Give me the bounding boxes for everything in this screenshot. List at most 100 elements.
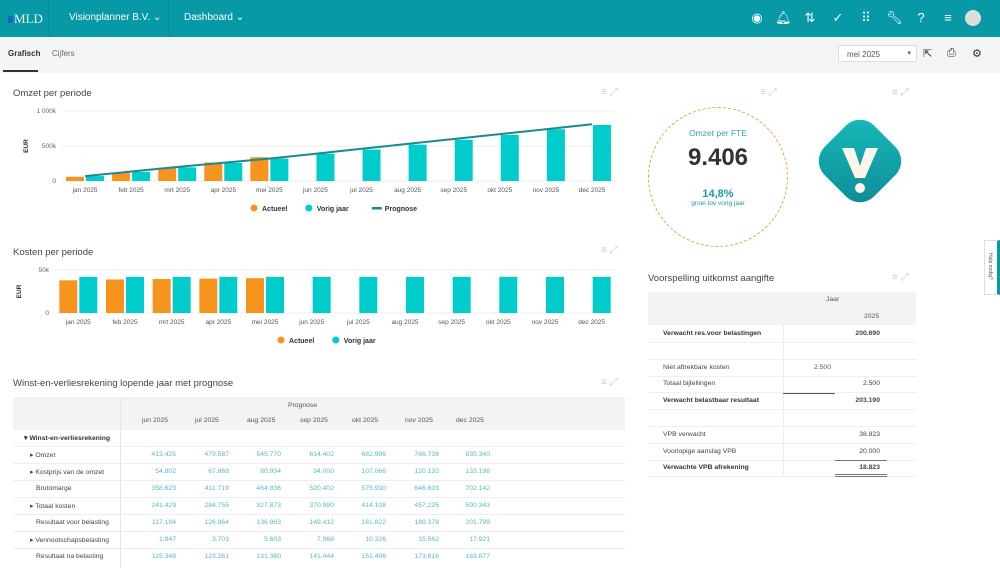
x-tick-label: apr 2025 xyxy=(210,187,236,194)
pl-row-label[interactable]: ▸ Omzet xyxy=(30,451,55,459)
pl-cell: 479.587 xyxy=(204,451,229,458)
company-dropdown[interactable]: Visionplanner B.V. ⌄ xyxy=(69,12,161,23)
panel-menu-icon[interactable]: ≡ ⤢ xyxy=(892,272,909,283)
vpb-row-label: Totaal bijtellingen xyxy=(663,380,716,388)
chevron-down-icon: ⌄ xyxy=(152,12,162,23)
panel-menu-icon[interactable]: ≡ ⤢ xyxy=(601,377,618,388)
tab-cijfers[interactable]: Cijfers xyxy=(52,49,75,58)
x-tick-label: sep 2025 xyxy=(440,187,467,194)
vpb-year-header: 2025 xyxy=(864,313,880,320)
pl-row-label: Brutomarge xyxy=(36,485,72,492)
row-divider xyxy=(648,442,916,444)
pl-cell: 120.132 xyxy=(414,468,439,475)
pl-cell: 67.868 xyxy=(208,468,229,475)
caret-down-icon: ▾ xyxy=(907,50,911,57)
x-tick-label: nov 2025 xyxy=(533,187,560,194)
menu-icon[interactable]: ≡ xyxy=(940,10,956,26)
page-name: Dashboard xyxy=(184,12,233,23)
pl-cell: 173.816 xyxy=(414,553,439,560)
row-divider xyxy=(13,480,625,481)
bar-vorig-jaar xyxy=(316,153,335,181)
page-dropdown[interactable]: Dashboard ⌄ xyxy=(184,12,244,23)
print-icon[interactable]: ⎙ xyxy=(947,47,956,60)
pl-row-text: Resultaat na belasting xyxy=(36,553,104,560)
pl-title: Winst-en-verliesrekening lopende jaar me… xyxy=(13,378,234,389)
export-icon[interactable]: ⇱ xyxy=(923,47,932,60)
pl-cell: 183.877 xyxy=(465,553,490,560)
pl-cell: 614.402 xyxy=(309,451,334,458)
avatar[interactable] xyxy=(965,10,981,26)
bar-actueel xyxy=(246,278,264,313)
wrench-icon[interactable]: 🔧︎ xyxy=(886,10,903,26)
bar-vorig-jaar xyxy=(79,276,98,313)
legend-label: Vorig jaar xyxy=(317,206,349,213)
bar-vorig-jaar xyxy=(500,134,519,181)
check-circle-icon[interactable]: ✓ xyxy=(830,10,846,26)
panel-menu-icon[interactable]: ≡ ⤢ xyxy=(601,87,618,98)
vpb-row-label: Verwacht res.voor belastingen xyxy=(663,330,762,337)
vpb-row-label: Niet aftrekbare kosten xyxy=(663,363,730,371)
bar-vorig-jaar xyxy=(546,129,565,181)
pl-column-header: jul 2025 xyxy=(195,417,219,424)
pl-row-label[interactable]: ▸ Kostprijs van de omzet xyxy=(30,468,104,476)
panel-menu-icon[interactable]: ≡ ⤢ xyxy=(892,87,909,98)
pl-cell: 370.990 xyxy=(309,502,334,509)
pl-group-header: Prognose xyxy=(288,402,318,409)
bar-vorig-jaar xyxy=(270,158,289,181)
pl-column-header: jun 2025 xyxy=(142,417,169,424)
pl-cell: 126.964 xyxy=(204,519,229,526)
period-select[interactable]: mei 2025 ▾ xyxy=(838,45,917,62)
vpb-header xyxy=(648,292,916,325)
period-value: mei 2025 xyxy=(847,50,880,59)
row-divider xyxy=(648,358,916,360)
workflow-icon[interactable]: ⇅ xyxy=(802,10,818,26)
vpb-value: 200.690 xyxy=(855,330,880,337)
pl-cell: 414.108 xyxy=(361,502,386,509)
row-divider xyxy=(648,375,916,377)
pl-row-text: Omzet xyxy=(35,452,56,459)
help-side-tab[interactable]: Hulp nodig? xyxy=(984,240,1000,295)
row-divider xyxy=(648,392,916,394)
pl-cell: 151.496 xyxy=(361,553,386,560)
side-tab-label: Hulp nodig? xyxy=(987,253,993,280)
logo[interactable]: MLD xyxy=(8,11,43,27)
x-tick-label: jul 2025 xyxy=(349,187,373,194)
x-tick-label: mei 2025 xyxy=(256,187,283,194)
omzet-chart: 0 500k 1 000k EUR jan 2025 feb 2025 mrt 2025 ap… xyxy=(23,108,615,213)
x-tick-label: jan 2025 xyxy=(65,319,91,326)
panel-menu-icon[interactable]: ≡ ⤢ xyxy=(601,245,618,256)
bar-vorig-jaar xyxy=(362,149,381,181)
pl-cell: 464.836 xyxy=(256,485,281,492)
pl-cell: 17.921 xyxy=(469,536,490,543)
bar-vorig-jaar xyxy=(224,162,243,181)
tab-grafisch[interactable]: Grafisch xyxy=(8,49,40,58)
vpb-row-label: Voorlopige aanslag VPB xyxy=(663,447,737,455)
pl-row-text: Totaal kosten xyxy=(35,503,76,510)
pl-cell: 835.340 xyxy=(465,451,490,458)
pl-section-toggle[interactable]: ▾ Winst-en-verliesrekening xyxy=(24,434,110,442)
bar-vorig-jaar xyxy=(454,139,473,181)
pl-row-label[interactable]: ▸ Totaal kosten xyxy=(30,502,75,510)
pl-row-label: Resultaat voor belasting xyxy=(36,519,109,526)
bell-icon[interactable]: 🔔︎ xyxy=(775,10,792,26)
bar-vorig-jaar xyxy=(86,176,105,181)
help-icon[interactable]: ? xyxy=(913,10,929,26)
eye-icon[interactable]: ◉ xyxy=(749,10,765,26)
pl-cell: 241.429 xyxy=(151,502,176,509)
pl-cell: 161.822 xyxy=(361,519,386,526)
pl-row-label: Resultaat na belasting xyxy=(36,553,103,560)
row-divider xyxy=(13,531,625,532)
row-divider xyxy=(648,426,916,427)
bar-vorig-jaar xyxy=(406,276,424,313)
kpi-label: Omzet per FTE xyxy=(688,128,748,138)
pl-cell: 358.623 xyxy=(151,485,176,492)
y-tick-label: 0 xyxy=(52,178,56,185)
apps-grid-icon[interactable]: ⠿ xyxy=(858,10,874,26)
pl-cell: 131.360 xyxy=(256,553,281,560)
pl-cell: 189.378 xyxy=(414,519,439,526)
settings-icon[interactable]: ⚙ xyxy=(972,47,982,60)
panel-menu-icon[interactable]: ≡ ⤢ xyxy=(760,87,777,98)
pl-row-label[interactable]: ▸ Vennootschapsbelasting xyxy=(30,536,109,544)
pl-cell: 141.444 xyxy=(309,553,334,560)
legend-dot-icon xyxy=(250,204,258,212)
